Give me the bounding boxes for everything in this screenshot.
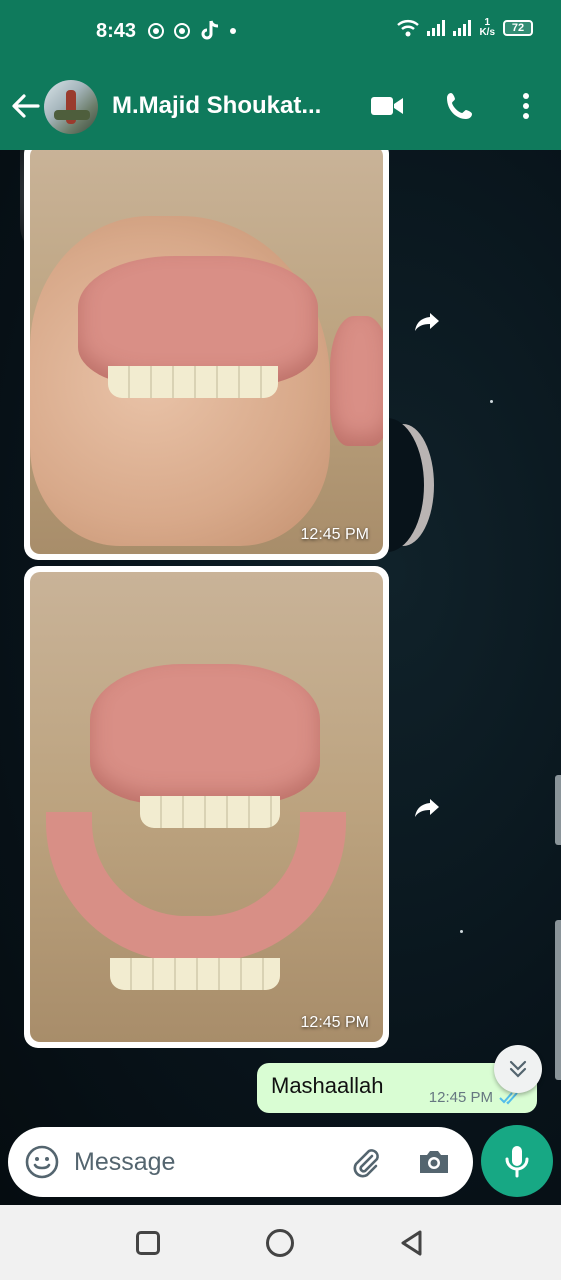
status-bar: 8:43 1 K/s 72 xyxy=(0,0,561,62)
status-icons-left xyxy=(148,20,236,42)
chat-header: M.Majid Shoukat... xyxy=(0,72,561,142)
message-photo[interactable]: 12:45 PM xyxy=(30,572,383,1042)
message-meta: 12:45 PM xyxy=(429,1089,521,1106)
emoji-icon[interactable] xyxy=(24,1144,60,1180)
image-message[interactable]: 12:45 PM xyxy=(24,566,389,1048)
mic-button[interactable] xyxy=(481,1125,553,1197)
contact-avatar[interactable] xyxy=(44,80,98,134)
photo-upper-denture xyxy=(90,664,320,804)
more-notifications-dot xyxy=(230,28,236,34)
contact-name[interactable]: M.Majid Shoukat... xyxy=(112,92,352,120)
message-time: 12:45 PM xyxy=(300,1014,369,1031)
photo-lower-denture xyxy=(46,812,346,962)
wifi-icon xyxy=(397,20,420,37)
system-navigation-bar xyxy=(0,1205,561,1280)
nav-back-icon[interactable] xyxy=(398,1229,426,1257)
recent-apps-icon[interactable] xyxy=(136,1231,160,1255)
media-notification-icon xyxy=(148,23,164,39)
photo-denture-partial xyxy=(330,316,383,446)
scroll-to-bottom-button[interactable] xyxy=(494,1045,542,1093)
attach-icon[interactable] xyxy=(348,1144,384,1180)
message-photo[interactable]: 12:45 PM xyxy=(30,150,383,554)
forward-icon[interactable] xyxy=(412,792,442,822)
signal-2-icon xyxy=(453,20,472,36)
wallpaper-star xyxy=(490,400,493,403)
video-call-icon[interactable] xyxy=(370,94,404,118)
home-icon[interactable] xyxy=(266,1229,294,1257)
network-speed: 1 K/s xyxy=(479,17,495,38)
edge-panel-handle[interactable] xyxy=(555,920,561,1080)
wallpaper-star xyxy=(460,930,463,933)
status-icons-right: 1 K/s 72 xyxy=(397,18,533,38)
tiktok-icon xyxy=(201,20,219,40)
more-vert-icon[interactable] xyxy=(514,90,538,122)
message-input[interactable] xyxy=(74,1143,334,1181)
mic-icon xyxy=(505,1146,529,1178)
chat-area[interactable]: 12:45 PM 12:45 PM Mashaallah 12:45 PM xyxy=(0,150,561,1205)
back-arrow-icon[interactable] xyxy=(10,90,42,122)
photo-lower-teeth xyxy=(110,958,280,990)
forward-icon[interactable] xyxy=(412,306,442,336)
message-time: 12:45 PM xyxy=(428,1089,493,1106)
double-chevron-down-icon xyxy=(509,1060,527,1078)
battery-icon: 72 xyxy=(503,20,533,36)
photo-teeth xyxy=(108,366,278,398)
message-time: 12:45 PM xyxy=(300,526,369,543)
message-text: Mashaallah xyxy=(271,1073,384,1098)
status-time: 8:43 xyxy=(96,20,137,42)
app-notification-icon xyxy=(174,23,190,39)
image-message[interactable]: 12:45 PM xyxy=(24,150,389,560)
message-composer xyxy=(8,1127,473,1197)
camera-icon[interactable] xyxy=(416,1144,452,1180)
signal-1-icon xyxy=(427,20,446,36)
voice-call-icon[interactable] xyxy=(444,90,476,122)
top-bar: 8:43 1 K/s 72 M.Majid Shoukat... xyxy=(0,0,561,150)
edge-panel-handle[interactable] xyxy=(555,775,561,845)
